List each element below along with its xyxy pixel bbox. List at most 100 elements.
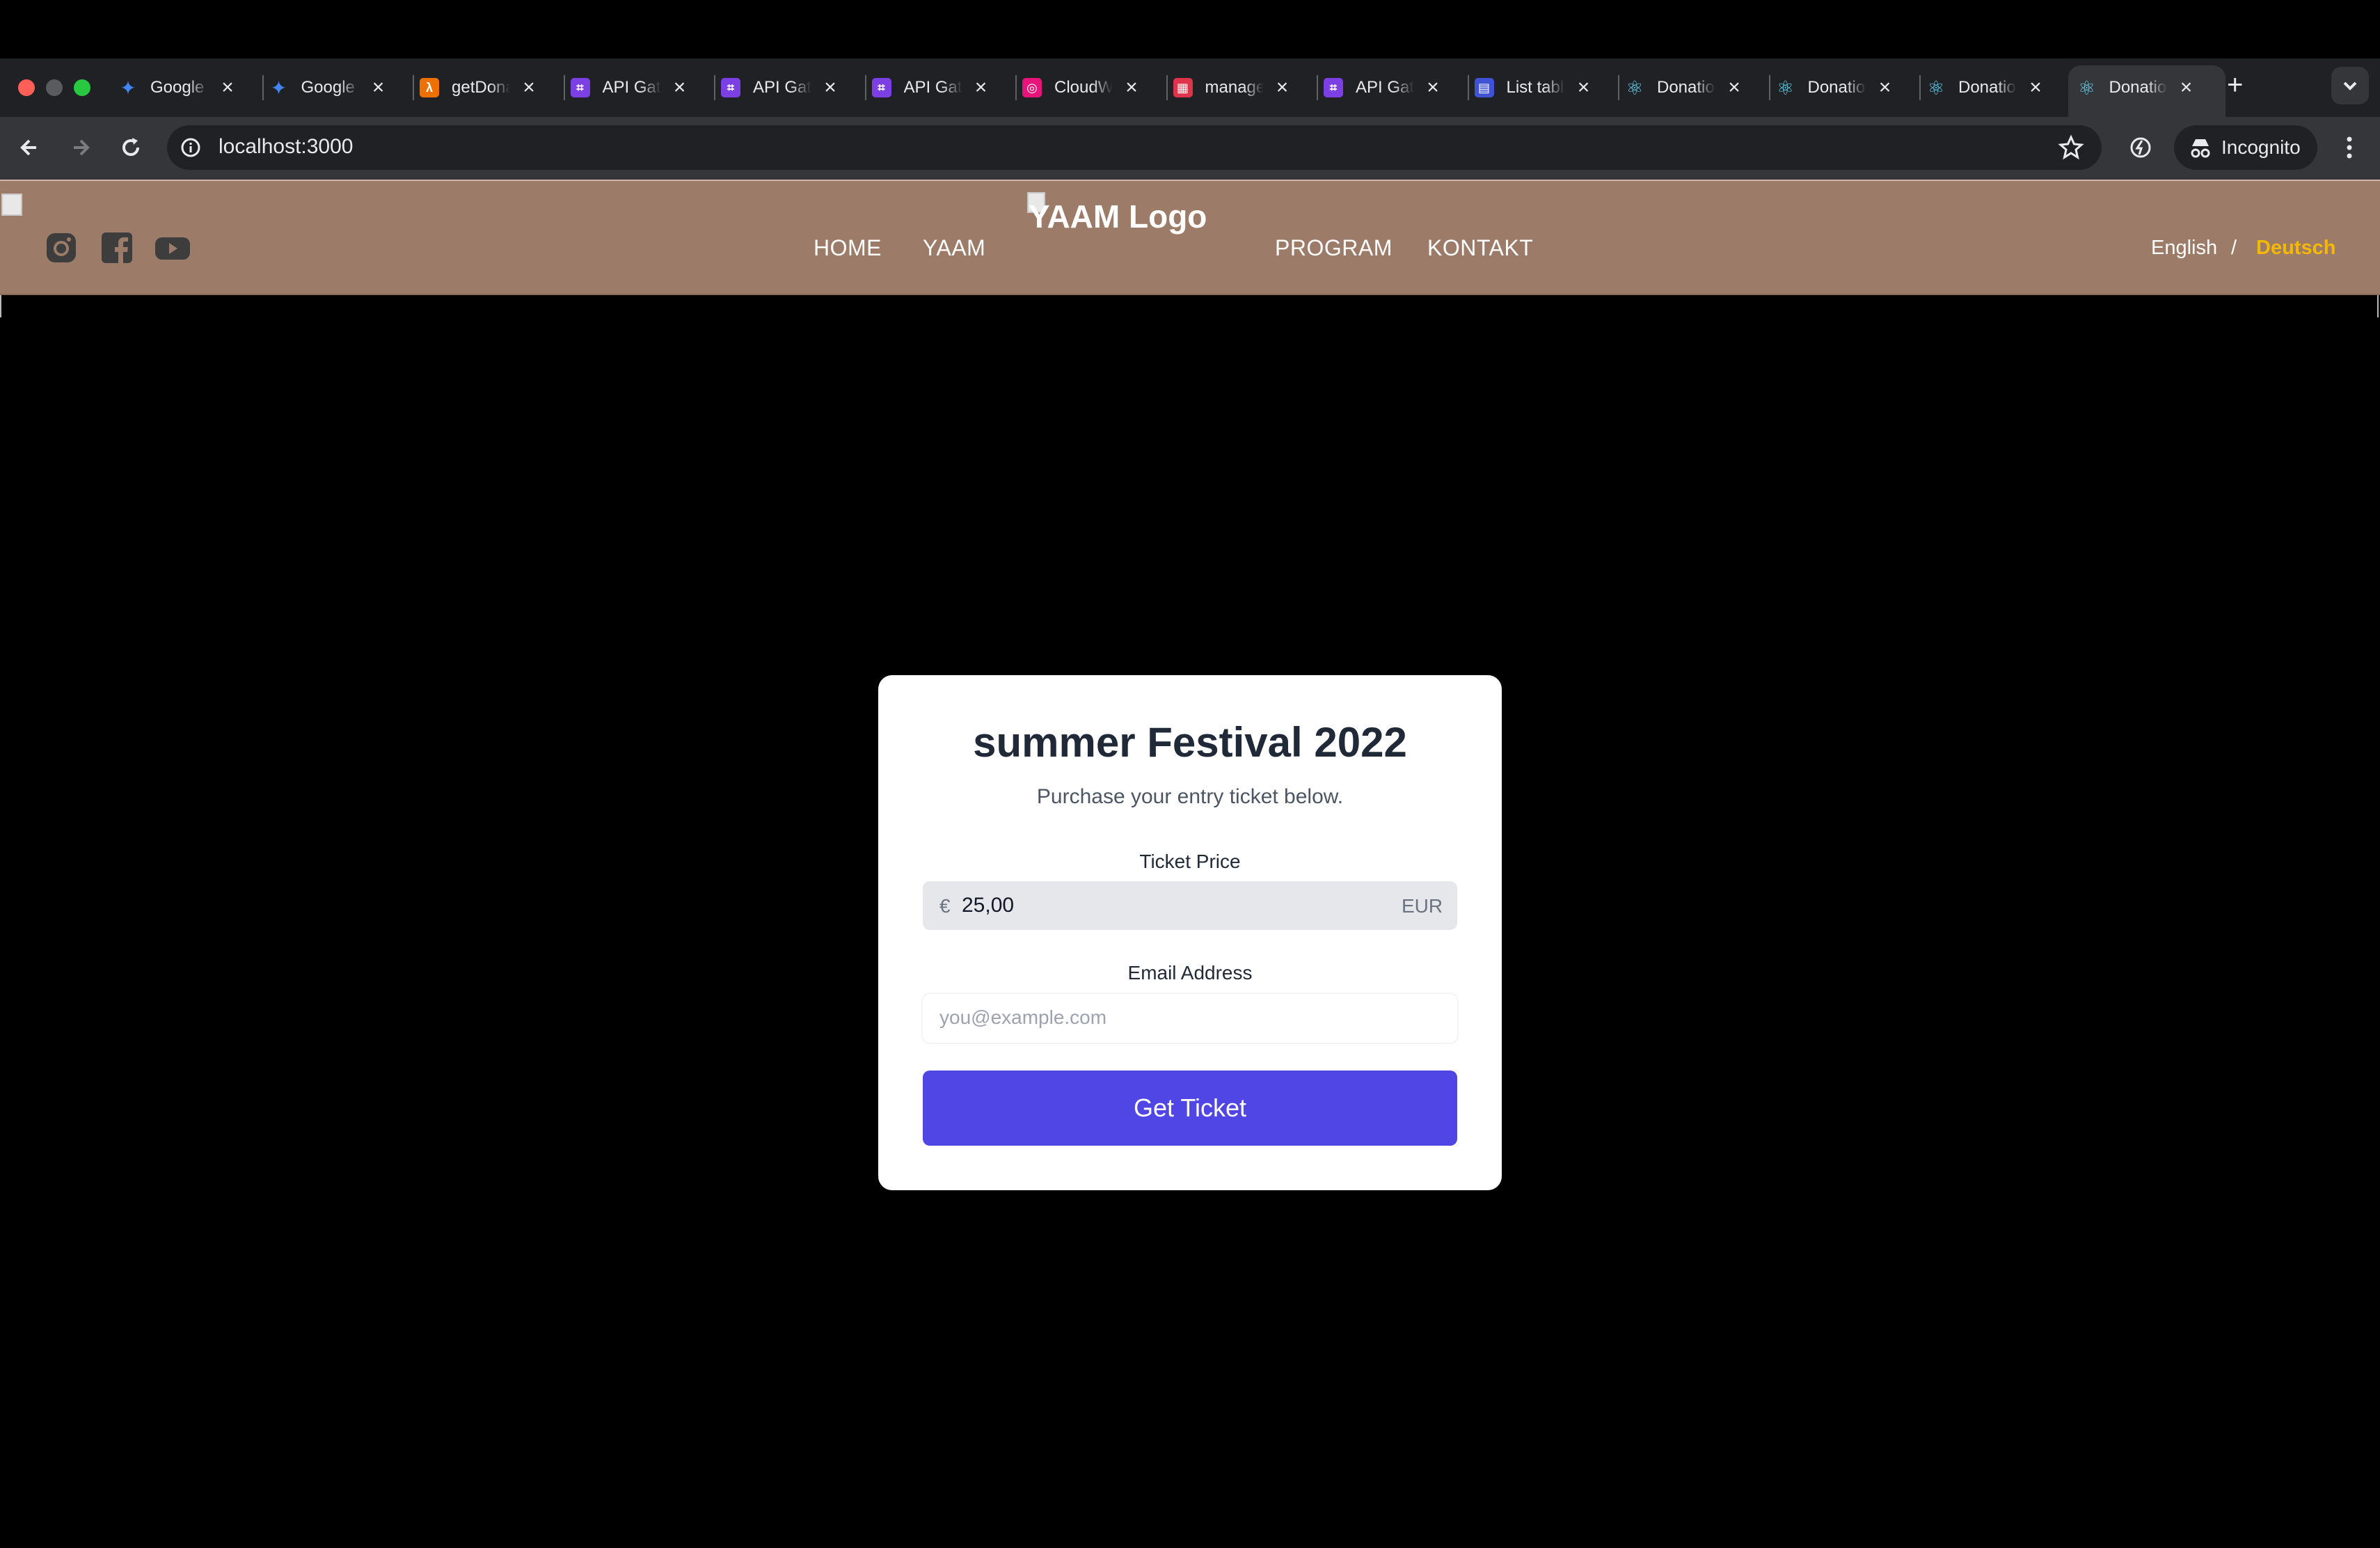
- chevron-down-icon: [2343, 81, 2357, 90]
- nav-home[interactable]: HOME: [814, 235, 882, 261]
- nav-program[interactable]: PROGRAM: [1275, 235, 1393, 261]
- back-button[interactable]: [15, 134, 43, 165]
- browser-tab-title: Donation: [1958, 78, 2017, 97]
- tab-close-icon[interactable]: ×: [1424, 76, 1442, 100]
- gemini-sparkle-icon: ✦: [270, 77, 287, 99]
- tab-separator: [1618, 75, 1619, 100]
- email-label: Email Address: [1127, 962, 1253, 984]
- site-logo[interactable]: YAAM Logo: [1029, 198, 1207, 235]
- tab-close-icon[interactable]: ×: [1274, 76, 1292, 100]
- react-icon: ⚛: [1927, 77, 1945, 99]
- management-icon: ▦: [1173, 78, 1193, 97]
- youtube-icon[interactable]: [154, 231, 190, 264]
- left-edge-line: [0, 295, 1, 317]
- browser-tab[interactable]: ⌗ API Gateway ×: [1324, 68, 1442, 107]
- forward-button[interactable]: [67, 134, 95, 165]
- browser-tab[interactable]: ◎ CloudWatch ×: [1022, 68, 1141, 107]
- aws-lambda-icon: λ: [420, 78, 439, 97]
- api-gateway-icon: ⌗: [721, 78, 740, 97]
- browser-tab-title: API Gateway: [753, 78, 811, 97]
- tab-close-icon[interactable]: ×: [2026, 76, 2045, 100]
- currency-code: EUR: [1402, 895, 1443, 917]
- window-close-button[interactable]: [18, 79, 35, 96]
- event-subtitle: Purchase your entry ticket below.: [1036, 785, 1344, 808]
- tab-close-icon[interactable]: ×: [520, 76, 538, 100]
- browser-tab[interactable]: ▤ List tables ×: [1474, 68, 1593, 107]
- browser-tab[interactable]: ⚛ Donation ×: [1625, 68, 1743, 107]
- tab-close-icon[interactable]: ×: [1725, 76, 1743, 100]
- nav-yaam[interactable]: YAAM: [923, 235, 985, 261]
- browser-tab[interactable]: λ getDonation ×: [420, 68, 538, 107]
- tab-search-button[interactable]: [2331, 67, 2369, 104]
- reload-icon: [122, 138, 139, 156]
- api-gateway-icon: ⌗: [871, 78, 891, 97]
- ticket-price-value: 25,00: [962, 894, 1015, 917]
- tab-close-icon[interactable]: ×: [1876, 76, 1894, 100]
- browser-tab-title: getDonation: [452, 78, 510, 97]
- browser-tab[interactable]: ⌗ API Gateway ×: [570, 68, 689, 107]
- cloudwatch-icon: ◎: [1022, 78, 1042, 97]
- tab-separator: [1317, 75, 1318, 100]
- window-minimize-button[interactable]: [46, 79, 63, 96]
- tab-separator: [262, 75, 264, 100]
- react-icon: ⚛: [1776, 77, 1795, 99]
- tab-separator: [714, 75, 715, 100]
- browser-tab[interactable]: ✦ Google ×: [269, 68, 388, 107]
- tab-separator: [1015, 75, 1017, 100]
- tab-close-icon[interactable]: ×: [219, 76, 237, 100]
- tab-close-icon[interactable]: ×: [2177, 76, 2196, 100]
- browser-tab-title: Donation: [2109, 78, 2168, 97]
- arrow-right-icon: [74, 139, 90, 156]
- browser-tab[interactable]: ⚛ Donation ×: [1926, 68, 2045, 107]
- nav-kontakt[interactable]: KONTAKT: [1427, 235, 1533, 261]
- email-input[interactable]: you@example.com: [939, 1006, 1106, 1029]
- tab-close-icon[interactable]: ×: [1122, 76, 1141, 100]
- browser-tab-title: Google: [301, 78, 355, 97]
- gemini-sparkle-icon: ✦: [120, 77, 136, 99]
- browser-tab-title: API Gateway: [602, 78, 661, 97]
- tab-separator: [1768, 75, 1770, 100]
- lang-english[interactable]: English: [2151, 237, 2217, 260]
- site-header: [0, 180, 2380, 295]
- browser-tab[interactable]: ✦ Google ×: [118, 68, 237, 107]
- tab-separator: [413, 75, 414, 100]
- browser-tab-title: List tables: [1506, 78, 1565, 97]
- tab-close-icon[interactable]: ×: [821, 76, 839, 100]
- dynamodb-icon: ▤: [1474, 78, 1494, 97]
- performance-icon[interactable]: [2127, 134, 2155, 165]
- kebab-menu-icon: [2347, 136, 2352, 159]
- broken-image-icon: [1, 194, 22, 216]
- new-tab-button[interactable]: +: [2227, 70, 2243, 101]
- browser-tab[interactable]: ▦ manage ×: [1173, 68, 1292, 107]
- ticket-price-label: Ticket Price: [1139, 851, 1241, 872]
- browser-tab[interactable]: ⚛ Donation ×: [2077, 68, 2196, 107]
- tab-close-icon[interactable]: ×: [671, 76, 689, 100]
- api-gateway-icon: ⌗: [1324, 78, 1343, 97]
- tab-close-icon[interactable]: ×: [370, 76, 388, 100]
- browser-tab[interactable]: ⌗ API Gateway ×: [871, 68, 990, 107]
- get-ticket-button[interactable]: Get Ticket: [923, 1071, 1457, 1146]
- tab-separator: [864, 75, 866, 100]
- tab-close-icon[interactable]: ×: [1575, 76, 1593, 100]
- browser-tab-title: Donation: [1657, 78, 1715, 97]
- address-url[interactable]: localhost:3000: [219, 135, 353, 159]
- tab-separator: [563, 75, 565, 100]
- browser-tab[interactable]: ⌗ API Gateway ×: [721, 68, 839, 107]
- browser-tab[interactable]: ⚛ Donation ×: [1776, 68, 1894, 107]
- tab-close-icon[interactable]: ×: [972, 76, 990, 100]
- site-info-icon[interactable]: [180, 136, 202, 162]
- euro-symbol: €: [939, 895, 951, 917]
- api-gateway-icon: ⌗: [570, 78, 590, 97]
- browser-menu-button[interactable]: [2341, 132, 2358, 166]
- bookmark-star-icon[interactable]: [2057, 134, 2085, 165]
- facebook-icon[interactable]: [100, 231, 134, 264]
- incognito-icon: [2188, 135, 2213, 164]
- lang-separator: /: [2231, 237, 2237, 259]
- lang-deutsch[interactable]: Deutsch: [2256, 237, 2335, 260]
- reload-button[interactable]: [117, 134, 145, 165]
- window-maximize-button[interactable]: [74, 79, 90, 96]
- browser-tab-title: manage: [1205, 78, 1264, 97]
- browser-tab-title: Google: [150, 78, 205, 97]
- address-bar[interactable]: [167, 125, 2102, 170]
- instagram-icon[interactable]: [45, 231, 78, 264]
